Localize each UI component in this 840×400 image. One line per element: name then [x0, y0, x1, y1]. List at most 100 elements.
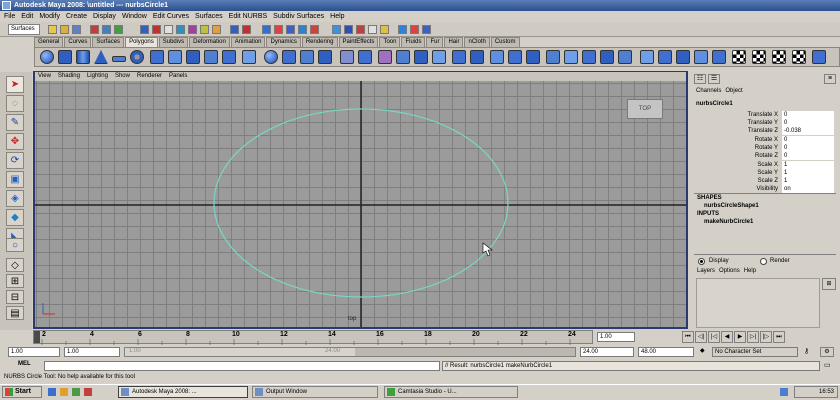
shelf-tab-subdivs[interactable]: Subdivs: [158, 37, 189, 47]
fill-hole-icon[interactable]: [470, 50, 484, 64]
playback-start-field[interactable]: 1.00: [64, 347, 120, 357]
shelf-tab-surfaces[interactable]: Surfaces: [92, 37, 125, 47]
shape-node-name[interactable]: nurbsCircleShape1: [704, 203, 759, 209]
go-to-start-button[interactable]: ⏮: [682, 331, 694, 343]
mask-handles-icon[interactable]: [140, 25, 149, 34]
quick-launch-folder-icon[interactable]: [60, 388, 68, 396]
smooth-icon[interactable]: [318, 50, 332, 64]
uv-editor-icon[interactable]: [712, 50, 726, 64]
shelf-tab-deformation[interactable]: Deformation: [189, 37, 230, 47]
poly-cube-icon[interactable]: [58, 50, 72, 64]
current-frame-field[interactable]: 1.00: [597, 332, 635, 342]
shelf-tab-polygons[interactable]: Polygons: [125, 37, 158, 47]
menu-set-dropdown[interactable]: Surfaces: [8, 24, 40, 35]
layout-two-panes[interactable]: ⊟: [6, 290, 24, 304]
paint-select-tool[interactable]: ✎: [6, 114, 24, 131]
offset-edge-loop-icon[interactable]: [582, 50, 596, 64]
quadrangulate-icon[interactable]: [452, 50, 466, 64]
mask-surfaces-icon[interactable]: [176, 25, 185, 34]
make-live-icon[interactable]: [310, 25, 319, 34]
current-time-marker[interactable]: [34, 331, 40, 343]
range-slider[interactable]: 1.00 24.00: [124, 347, 576, 357]
snap-view-plane-icon[interactable]: [298, 25, 307, 34]
task-camtasia[interactable]: Camtasia Studio - U...: [384, 386, 518, 398]
insert-edge-loop-icon[interactable]: [564, 50, 578, 64]
attr-scale-y-value[interactable]: 1: [782, 169, 834, 177]
character-set-dropdown[interactable]: No Character Set: [712, 347, 798, 357]
highlight-selection-icon[interactable]: [242, 25, 251, 34]
input-line-icon[interactable]: [410, 25, 419, 34]
automatic-mapping-icon[interactable]: [812, 50, 826, 64]
snap-grid-icon[interactable]: [262, 25, 271, 34]
command-input[interactable]: [44, 361, 440, 371]
object-menu[interactable]: Object: [725, 88, 742, 94]
rotate-tool[interactable]: ⟳: [6, 152, 24, 169]
snap-curve-icon[interactable]: [274, 25, 283, 34]
poly-platonic-icon[interactable]: [242, 50, 256, 64]
triangulate-icon[interactable]: [432, 50, 446, 64]
panel-menu-view[interactable]: View: [38, 72, 51, 81]
menu-edit[interactable]: Edit: [21, 11, 33, 22]
layers-help-menu[interactable]: Help: [744, 268, 756, 274]
sculpt-geometry-icon[interactable]: [694, 50, 708, 64]
attribute-editor-icon[interactable]: ≡: [824, 74, 836, 84]
mel-label[interactable]: MEL: [18, 361, 31, 367]
render-globals-icon[interactable]: [368, 25, 377, 34]
planar-mapping-icon[interactable]: [752, 50, 766, 64]
panel-menu-renderer[interactable]: Renderer: [137, 72, 162, 81]
ipr-render-icon[interactable]: [356, 25, 365, 34]
select-object-icon[interactable]: [102, 25, 111, 34]
menu-modify[interactable]: Modify: [39, 11, 60, 22]
panel-menu-panels[interactable]: Panels: [169, 72, 187, 81]
attr-scale-x-value[interactable]: 1: [782, 161, 834, 169]
shelf-tab-toon[interactable]: Toon: [379, 37, 401, 47]
poly-cylinder-icon[interactable]: [76, 50, 90, 64]
menu-edit-curves[interactable]: Edit Curves: [153, 11, 189, 22]
attr-scale-z-value[interactable]: 1: [782, 177, 834, 185]
task-maya[interactable]: Autodesk Maya 2008: ...: [118, 386, 248, 398]
move-tool[interactable]: ✥: [6, 133, 24, 150]
open-scene-icon[interactable]: [60, 25, 69, 34]
shelf-tab-painteffects[interactable]: PaintEffects: [338, 37, 379, 47]
shelf-tab-ncloth[interactable]: nCloth: [464, 37, 490, 47]
shelf-tab-general[interactable]: General: [34, 37, 64, 47]
cylindrical-mapping-icon[interactable]: [772, 50, 786, 64]
layout-four-panes[interactable]: ⊞: [6, 274, 24, 288]
step-back-button[interactable]: ◁|: [695, 331, 707, 343]
render-view-icon[interactable]: [380, 25, 389, 34]
animation-end-field[interactable]: 48.00: [638, 347, 694, 357]
step-forward-key-button[interactable]: ▷|: [747, 331, 759, 343]
poly-torus-icon[interactable]: [130, 50, 144, 64]
play-backwards-button[interactable]: ◀: [721, 331, 733, 343]
new-scene-icon[interactable]: [48, 25, 57, 34]
spherical-mapping-icon[interactable]: [792, 50, 806, 64]
split-polygon-icon[interactable]: [546, 50, 560, 64]
menu-edit-nurbs[interactable]: Edit NURBS: [229, 11, 268, 22]
shelf-tab-custom[interactable]: Custom: [490, 37, 520, 47]
poly-soccer-ball-icon[interactable]: [222, 50, 236, 64]
menu-subdiv-surfaces[interactable]: Subdiv Surfaces: [273, 11, 324, 22]
select-component-icon[interactable]: [114, 25, 123, 34]
panel-menu-lighting[interactable]: Lighting: [87, 72, 108, 81]
save-scene-icon[interactable]: [72, 25, 81, 34]
go-to-end-button[interactable]: ⏭: [773, 331, 785, 343]
shelf-tab-dynamics[interactable]: Dynamics: [266, 37, 301, 47]
quick-launch-desktop-icon[interactable]: [72, 388, 80, 396]
animation-preferences-icon[interactable]: ⚙: [820, 347, 834, 357]
last-tool[interactable]: ○: [6, 238, 24, 252]
shelf-tab-curves[interactable]: Curves: [64, 37, 92, 47]
channels-menu[interactable]: Channels: [696, 88, 721, 94]
render-frame-icon[interactable]: [344, 25, 353, 34]
boolean-intersection-icon[interactable]: [378, 50, 392, 64]
attr-rotate-y-value[interactable]: 0: [782, 144, 834, 152]
attr-translate-x-value[interactable]: 0: [782, 111, 834, 119]
layers-menu[interactable]: Layers: [697, 268, 715, 274]
menu-display[interactable]: Display: [93, 11, 116, 22]
menu-surfaces[interactable]: Surfaces: [195, 11, 223, 22]
panel-menu-shading[interactable]: Shading: [58, 72, 80, 81]
separate-icon[interactable]: [282, 50, 296, 64]
options-menu[interactable]: Options: [719, 268, 740, 274]
step-back-key-button[interactable]: |◁: [708, 331, 720, 343]
soft-modification-tool[interactable]: ◆: [6, 209, 24, 226]
lock-selection-icon[interactable]: [230, 25, 239, 34]
